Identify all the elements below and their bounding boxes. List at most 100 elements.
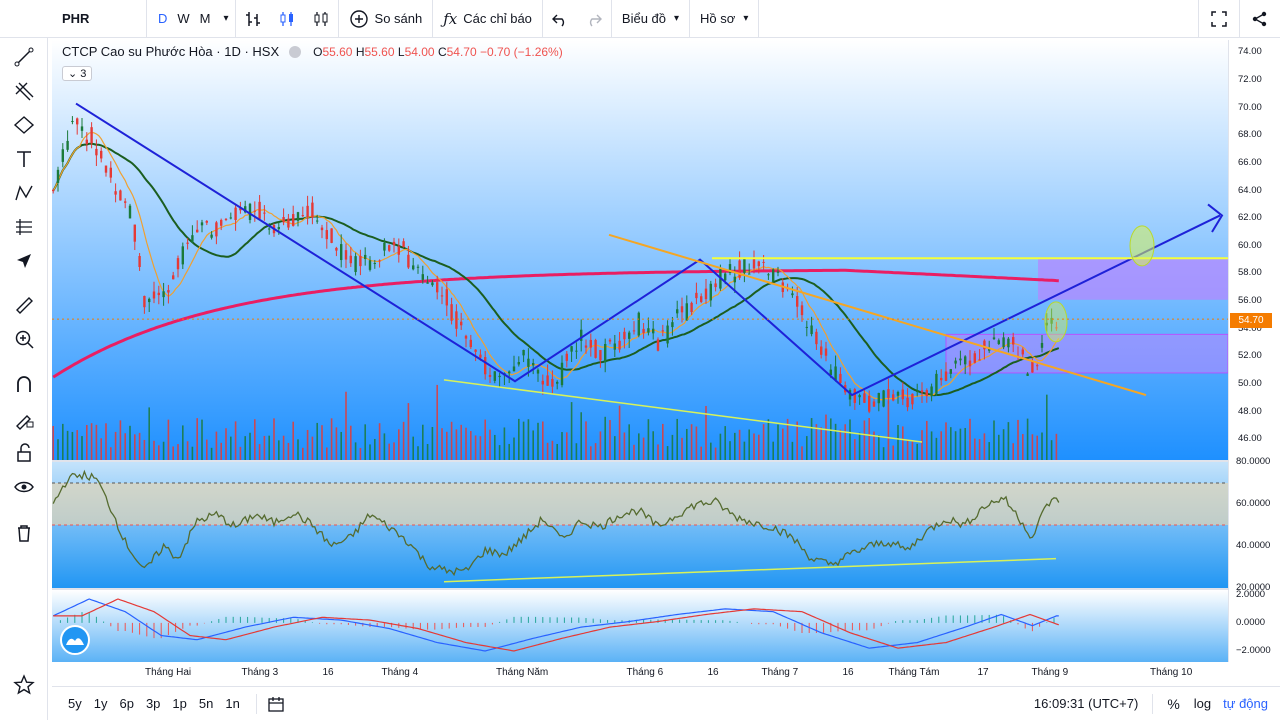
- chart-menu-button[interactable]: Biểu đồ ▾: [612, 0, 689, 38]
- zoom-in-icon[interactable]: [9, 324, 39, 354]
- date-range-icon[interactable]: [267, 695, 285, 713]
- volume-bar: [830, 418, 832, 460]
- pattern-tool-icon[interactable]: [9, 178, 39, 208]
- candle-body: [407, 254, 410, 268]
- volume-bar: [225, 428, 227, 460]
- volume-bar: [388, 443, 390, 460]
- candle-body: [258, 201, 261, 219]
- forecast-tool-icon[interactable]: [9, 212, 39, 242]
- volume-bar: [796, 421, 798, 460]
- cursor-arrow-icon[interactable]: [9, 246, 39, 276]
- candle-body: [901, 389, 904, 400]
- percent-toggle[interactable]: %: [1167, 696, 1179, 712]
- time-tick-label: Tháng 3: [241, 667, 279, 678]
- star-icon[interactable]: [9, 670, 39, 700]
- candle-body: [676, 309, 679, 314]
- volume-bar: [81, 436, 83, 460]
- candle-style-icon[interactable]: [270, 0, 304, 38]
- share-icon[interactable]: [1240, 0, 1280, 38]
- candle-body: [973, 353, 976, 363]
- candle-body: [575, 350, 578, 352]
- candle-body: [805, 326, 808, 328]
- volume-bar: [599, 431, 602, 460]
- volume-bar: [690, 424, 693, 460]
- candle-body: [210, 234, 213, 238]
- chart-legend: CTCP Cao su Phước Hòa · 1D · HSX O55.60 …: [62, 44, 563, 59]
- volume-bar: [964, 427, 966, 460]
- range-button-1n[interactable]: 1n: [219, 696, 245, 711]
- chart-menu-label: Biểu đồ: [621, 11, 667, 26]
- ruler-icon[interactable]: [9, 290, 39, 320]
- volume-bar: [95, 424, 98, 460]
- time-tick-label: Tháng 9: [1031, 667, 1069, 678]
- range-button-5y[interactable]: 5y: [62, 696, 88, 711]
- unlock-icon[interactable]: [9, 438, 39, 468]
- lock-drawing-icon[interactable]: [9, 404, 39, 434]
- plus-circle-icon: [349, 9, 368, 28]
- price-tick-label: 50.00: [1238, 378, 1262, 389]
- candle-body: [52, 190, 55, 192]
- range-button-6p[interactable]: 6p: [113, 696, 139, 711]
- volume-bar: [566, 432, 568, 460]
- chevron-down-icon: ▾: [674, 13, 680, 24]
- interval-month[interactable]: M: [195, 11, 216, 26]
- shape-tool-icon[interactable]: [9, 110, 39, 140]
- candle-body: [925, 390, 928, 397]
- range-button-3p[interactable]: 3p: [140, 696, 166, 711]
- undo-icon[interactable]: [543, 0, 577, 38]
- auto-scale-toggle[interactable]: tự động: [1223, 696, 1268, 711]
- hide-legend-icon[interactable]: [289, 45, 302, 58]
- volume-bar: [834, 423, 837, 460]
- hollow-candle-icon[interactable]: [304, 0, 338, 38]
- log-toggle[interactable]: log: [1194, 696, 1211, 711]
- volume-bar: [614, 436, 616, 460]
- candle-body: [253, 210, 256, 212]
- candle-body: [469, 339, 472, 348]
- compare-button[interactable]: So sánh: [339, 0, 433, 38]
- volume-bar: [148, 407, 150, 460]
- candle-body: [628, 332, 631, 339]
- bar-style-icon[interactable]: [236, 0, 270, 38]
- candle-body: [172, 275, 175, 280]
- candle-body: [522, 349, 525, 356]
- clock-timezone[interactable]: 16:09:31 (UTC+7): [1034, 696, 1138, 711]
- profile-menu-button[interactable]: Hồ sơ ▾: [690, 0, 758, 38]
- price-tick-label: 48.00: [1238, 405, 1262, 417]
- volume-bar: [633, 444, 635, 460]
- candle-body: [791, 293, 794, 296]
- candle-body: [488, 374, 492, 377]
- interval-week[interactable]: W: [172, 11, 194, 26]
- volume-bar: [62, 423, 64, 460]
- chart-canvas[interactable]: [52, 40, 1228, 662]
- eye-icon[interactable]: [9, 472, 39, 502]
- candle-body: [335, 247, 338, 251]
- candle-body: [1002, 337, 1005, 348]
- indicators-button[interactable]: ƒx Các chỉ báo: [433, 0, 542, 38]
- symbol-search[interactable]: PHR: [0, 0, 146, 38]
- candle-body: [546, 375, 549, 386]
- trend-line-icon[interactable]: [9, 42, 39, 72]
- chart-title[interactable]: CTCP Cao su Phước Hòa · 1D · HSX: [62, 44, 279, 59]
- app-logo-icon[interactable]: [60, 625, 90, 655]
- volume-bar: [676, 418, 678, 460]
- candle-body: [968, 360, 972, 367]
- candle-body: [436, 282, 439, 293]
- redo-icon[interactable]: [577, 0, 611, 38]
- interval-day[interactable]: D: [153, 11, 172, 26]
- fullscreen-icon[interactable]: [1199, 0, 1239, 38]
- fib-tool-icon[interactable]: [9, 76, 39, 106]
- volume-bar: [114, 431, 117, 460]
- highlight-ellipse: [1129, 225, 1155, 267]
- range-button-1p[interactable]: 1p: [166, 696, 192, 711]
- volume-bar: [465, 427, 467, 460]
- magnet-icon[interactable]: [9, 370, 39, 400]
- volume-bar: [470, 431, 472, 460]
- range-button-1y[interactable]: 1y: [88, 696, 114, 711]
- indicator-toggle[interactable]: ⌄ 3: [62, 66, 93, 81]
- text-tool-icon[interactable]: [9, 144, 39, 174]
- range-button-5n[interactable]: 5n: [193, 696, 219, 711]
- candle-body: [354, 256, 357, 273]
- trash-icon[interactable]: [9, 518, 39, 548]
- support-zone: [945, 333, 1228, 374]
- chevron-down-icon[interactable]: ▾: [224, 13, 229, 24]
